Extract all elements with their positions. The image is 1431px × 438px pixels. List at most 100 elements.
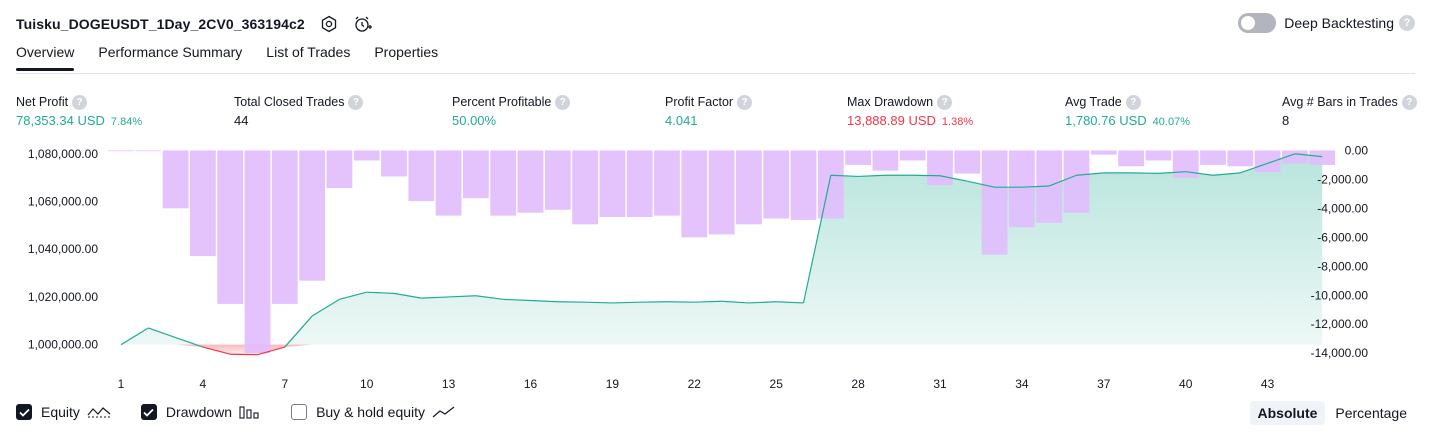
right-axis-tick: -14,000.00 [1311,346,1369,360]
add-alert-icon[interactable] [353,14,373,34]
total-closed-trades-label: Total Closed Trades [234,95,345,109]
drawdown-bar [1090,150,1117,155]
drawdown-bar [1227,150,1254,167]
max-drawdown-pct: 1.38% [941,116,974,128]
x-axis-tick: 1 [118,377,125,391]
max-drawdown-help-icon[interactable]: ? [937,94,953,110]
equity-fill-negative [121,344,1323,355]
left-axis-tick: 1,020,000.00 [28,290,98,304]
equity-line-segment [612,301,640,304]
tab-list-of-trades[interactable]: List of Trades [266,44,350,69]
settings-icon[interactable] [319,14,339,34]
drawdown-bars-icon [239,405,261,419]
drawdown-bar [1309,150,1336,165]
profit-factor-value: 4.041 [665,113,698,128]
tab-properties[interactable]: Properties [374,44,438,69]
tab-overview[interactable]: Overview [16,44,75,71]
total-closed-trades-value: 44 [234,113,249,128]
metric-avg-bars: Avg # Bars in Trades? 8 [1282,94,1417,129]
left-axis-tick: 1,040,000.00 [28,242,98,256]
drawdown-bar [1254,150,1281,173]
right-axis-tick: -2,000.00 [1317,172,1368,186]
avg-trade-pct: 40.07% [1152,116,1190,128]
buy-hold-checkbox[interactable] [291,404,308,420]
right-axis-tick: 0.00 [1345,143,1369,157]
drawdown-bar [353,150,380,161]
drawdown-bar [190,150,216,257]
drawdown-bar [244,150,271,354]
equity-line-icon [87,405,111,419]
x-axis-tick: 16 [524,377,538,391]
left-axis-tick: 1,080,000.00 [28,147,98,161]
legend-buy-hold[interactable]: Buy & hold equity [291,404,456,420]
tab-bar: Overview Performance Summary List of Tra… [16,44,462,71]
x-axis-labels: 1 4 7 10 13 16 19 22 25 28 31 34 37 40 43 [118,377,1275,391]
drawdown-bar [736,150,762,225]
x-axis-tick: 4 [200,377,207,391]
right-axis-tick: -10,000.00 [1311,288,1369,302]
x-axis-tick: 25 [770,377,784,391]
scale-mode-switch: Absolute Percentage [1248,401,1416,425]
drawdown-bar [108,150,134,152]
drawdown-bar [572,150,598,225]
max-drawdown-value: 13,888.89 USD [847,113,936,128]
deep-backtesting-help-icon[interactable]: ? [1399,15,1415,31]
x-axis-tick: 31 [933,377,947,391]
deep-backtesting-toggle[interactable] [1238,13,1277,33]
left-axis-tick: 1,000,000.00 [28,338,98,352]
drawdown-bar [435,150,462,216]
x-axis-tick: 19 [606,377,620,391]
drawdown-bar [1118,150,1144,167]
drawdown-bar [708,150,735,235]
legend-equity[interactable]: Equity [16,404,111,420]
right-axis-tick: -12,000.00 [1311,317,1369,331]
total-closed-trades-help-icon[interactable]: ? [348,94,364,110]
equity-line-segment [585,301,613,304]
net-profit-help-icon[interactable]: ? [72,94,88,110]
x-axis-tick: 10 [360,377,374,391]
drawdown-checkbox[interactable] [140,404,157,420]
percent-profitable-help-icon[interactable]: ? [555,94,571,110]
drawdown-bar [654,150,680,216]
drawdown-bar [599,150,626,217]
x-axis-tick: 43 [1261,377,1275,391]
right-axis-tick: -8,000.00 [1317,259,1368,273]
avg-trade-value: 1,780.76 USD [1065,113,1147,128]
right-axis-tick: -4,000.00 [1317,201,1368,215]
drawdown-bar [135,150,162,152]
tab-performance-summary[interactable]: Performance Summary [98,44,242,69]
metric-max-drawdown: Max Drawdown? 13,888.89 USD 1.38% [847,94,973,129]
buy-hold-legend-label: Buy & hold equity [316,404,426,420]
drawdown-bar [544,150,571,210]
drawdown-bar [1009,150,1035,228]
right-axis-tick: -6,000.00 [1317,230,1368,244]
percent-profitable-label: Percent Profitable [452,95,552,109]
absolute-mode-button[interactable]: Absolute [1249,401,1326,425]
avg-trade-label: Avg Trade [1065,95,1122,109]
avg-trade-help-icon[interactable]: ? [1125,94,1141,110]
percentage-mode-button[interactable]: Percentage [1327,401,1415,425]
metric-avg-trade: Avg Trade? 1,780.76 USD 40.07% [1065,94,1190,129]
equity-legend-label: Equity [41,404,80,420]
drawdown-bar [954,150,981,174]
deep-backtesting: Deep Backtesting ? [1238,13,1415,33]
drawdown-bar [845,150,871,165]
max-drawdown-label: Max Drawdown [847,95,934,109]
drawdown-bar [927,150,953,186]
avg-bars-value: 8 [1282,113,1290,128]
chart-legend: Equity Drawdown Buy & hold equity [16,404,486,420]
x-axis-tick: 34 [1015,377,1029,391]
drawdown-bar [162,150,189,209]
drawdown-bar [1063,150,1090,213]
profit-factor-help-icon[interactable]: ? [737,94,753,110]
metric-percent-profitable: Percent Profitable? 50.00% [452,94,571,129]
x-axis-tick: 22 [688,377,702,391]
equity-checkbox[interactable] [16,404,32,420]
legend-drawdown[interactable]: Drawdown [140,404,261,420]
drawdown-bar [1200,150,1226,165]
drawdown-bar [681,150,708,238]
drawdown-bar [626,150,653,217]
drawdown-bar [463,150,489,199]
percent-profitable-value: 50.00% [452,113,497,128]
avg-bars-help-icon[interactable]: ? [1401,94,1417,110]
